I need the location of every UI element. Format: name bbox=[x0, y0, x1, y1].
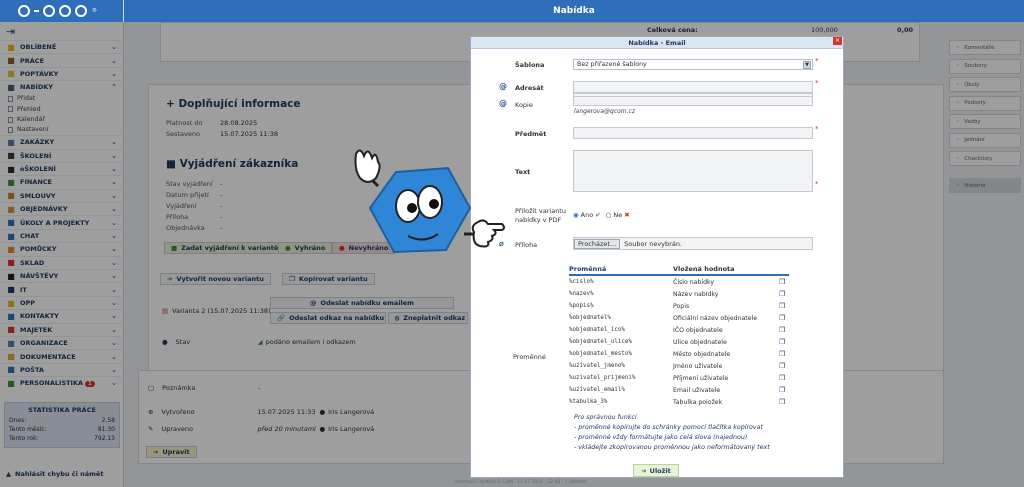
variable-value: Číslo nabídky bbox=[673, 278, 715, 286]
variable-value: Příjmení uživatele bbox=[673, 374, 729, 382]
variable-row: %objednatel_ulice% Ulice objednatele ❐ bbox=[569, 336, 789, 348]
variable-value: Email uživatele bbox=[673, 386, 721, 394]
attach-pdf-label: Přiložit variantu nabídky v PDF bbox=[515, 207, 566, 224]
no-file-text: Soubor nevybrán. bbox=[624, 239, 682, 248]
text-area[interactable] bbox=[573, 150, 813, 192]
copy-icon[interactable]: ❐ bbox=[779, 362, 789, 370]
browse-button[interactable]: Procházet... bbox=[574, 238, 621, 249]
usage-note: - proměnné vždy formátujte jako celá slo… bbox=[574, 434, 748, 441]
mascot-character bbox=[354, 149, 505, 254]
to-input[interactable] bbox=[573, 81, 813, 93]
at-icon: @ bbox=[499, 82, 507, 91]
variable-row: %objednatel_ico% IČO objednatele ❐ bbox=[569, 324, 789, 336]
copy-icon[interactable]: ❐ bbox=[779, 314, 789, 322]
save-button[interactable]: ➜ Uložit bbox=[633, 464, 679, 477]
copy-icon[interactable]: ❐ bbox=[779, 302, 789, 310]
copy-icon[interactable]: ❐ bbox=[779, 398, 789, 406]
at-icon: @ bbox=[499, 99, 507, 108]
usage-note: - proměnné kopírujte do schránky pomocí … bbox=[574, 424, 763, 431]
check-icon: ✔ bbox=[595, 211, 601, 219]
cross-icon: ✖ bbox=[624, 211, 630, 219]
close-icon[interactable]: × bbox=[833, 37, 842, 45]
variable-value: IČO objednatele bbox=[673, 326, 723, 334]
value-col-header: Vložená hodnota bbox=[673, 265, 735, 273]
copy-icon[interactable]: ❐ bbox=[779, 326, 789, 334]
copy-icon[interactable]: ❐ bbox=[779, 290, 789, 298]
variable-row: %cislo% Číslo nabídky ❐ bbox=[569, 276, 789, 288]
radio-no[interactable]: ○ bbox=[606, 211, 612, 219]
template-label: Šablona bbox=[515, 61, 545, 69]
variable-name: %objednatel_ulice% bbox=[569, 339, 632, 345]
copy-icon[interactable]: ❐ bbox=[779, 338, 789, 346]
variable-value: Tabulka položek bbox=[673, 398, 723, 406]
footer-text: Informační systém Q-COM · 15.07.2025 · 1… bbox=[454, 480, 587, 485]
variable-row: %uzivatel_prijmeni% Příjmení uživatele ❐ bbox=[569, 372, 789, 384]
variable-value: Popis bbox=[673, 302, 690, 310]
variable-row: %popis% Popis ❐ bbox=[569, 300, 789, 312]
chevron-down-icon: ▼ bbox=[803, 61, 811, 69]
copy-hint: langerova@qcom.cz bbox=[574, 108, 635, 115]
variable-row: %objednatel% Oficiální název objednatele ❐ bbox=[569, 312, 789, 324]
logo-bar: ® bbox=[0, 0, 123, 22]
copy-icon[interactable]: ❐ bbox=[779, 278, 789, 286]
variable-row: %nazev% Název nabídky ❐ bbox=[569, 288, 789, 300]
variable-name: %objednatel% bbox=[569, 315, 611, 321]
subject-input[interactable] bbox=[573, 127, 813, 139]
variable-name: %uzivatel_email% bbox=[569, 387, 625, 393]
copy-input[interactable] bbox=[573, 96, 813, 106]
variables-table: Proměnná Vložená hodnota %cislo% Číslo nab… bbox=[569, 265, 789, 408]
variable-name: %objednatel_ico% bbox=[569, 327, 625, 333]
variable-name: %cislo% bbox=[569, 279, 594, 285]
file-picker: Procházet... Soubor nevybrán. bbox=[573, 237, 813, 250]
copy-icon[interactable]: ❐ bbox=[779, 386, 789, 394]
copy-icon[interactable]: ❐ bbox=[779, 350, 789, 358]
variable-value: Ulice objednatele bbox=[673, 338, 727, 346]
variable-value: Město objednatele bbox=[673, 350, 731, 358]
variable-name: %nazev% bbox=[569, 291, 594, 297]
variable-row: %objednatel_mesto% Město objednatele ❐ bbox=[569, 348, 789, 360]
variable-row: %uzivatel_jmeno% Jméno uživatele ❐ bbox=[569, 360, 789, 372]
variables-label: Proměnné bbox=[513, 353, 546, 361]
variable-name: %tabulka_3% bbox=[569, 399, 608, 405]
variable-row: %uzivatel_email% Email uživatele ❐ bbox=[569, 384, 789, 396]
dialog-title: Nabídka - Email bbox=[471, 37, 843, 49]
qcom-logo[interactable]: ® bbox=[18, 5, 97, 17]
arrow-icon: ➜ bbox=[641, 466, 647, 475]
var-col-header: Proměnná bbox=[569, 265, 607, 273]
subject-label: Předmět bbox=[515, 130, 547, 138]
usage-note: - vkládejte zkopírovanou proměnnou jako … bbox=[574, 444, 770, 451]
copy-icon[interactable]: ❐ bbox=[779, 374, 789, 382]
variable-name: %uzivatel_jmeno% bbox=[569, 363, 625, 369]
copy-label: Kopie bbox=[515, 101, 533, 109]
attachment-label: Příloha bbox=[515, 241, 538, 249]
email-dialog: Nabídka - Email × Šablona Bez přiřazené … bbox=[470, 36, 844, 478]
template-select[interactable]: Bez přiřazené šablony ▼ bbox=[573, 59, 813, 70]
page-title: Nabídka bbox=[553, 6, 595, 16]
variable-name: %uzivatel_prijmeni% bbox=[569, 375, 636, 381]
variable-value: Název nabídky bbox=[673, 290, 719, 298]
top-bar: Nabídka bbox=[124, 0, 1024, 22]
variable-name: %popis% bbox=[569, 303, 594, 309]
usage-note: Pro správnou funkci bbox=[574, 414, 637, 421]
variable-row: %tabulka_3% Tabulka položek ❐ bbox=[569, 396, 789, 408]
text-label: Text bbox=[515, 168, 531, 176]
variable-value: Jméno uživatele bbox=[673, 362, 723, 370]
usage-notes: Pro správnou funkci - proměnné kopírujte … bbox=[574, 413, 770, 453]
attach-pdf-radio: ◉ Ano ✔ ○ Ne ✖ bbox=[573, 211, 630, 219]
radio-yes[interactable]: ◉ bbox=[573, 211, 579, 219]
to-label: Adresát bbox=[515, 84, 544, 92]
variable-name: %objednatel_mesto% bbox=[569, 351, 632, 357]
variable-value: Oficiální název objednatele bbox=[673, 314, 758, 322]
